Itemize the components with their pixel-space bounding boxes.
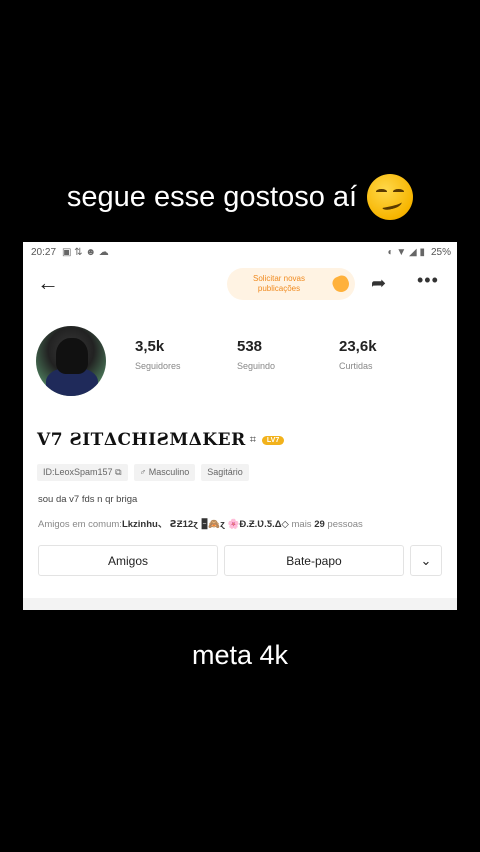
- mutual-mid: mais: [288, 519, 315, 530]
- stat-followers[interactable]: 3,5k Seguidores: [135, 338, 181, 371]
- mutual-friends[interactable]: Amigos em comum:Lkzinhu、 ꙄƵ12ɀ 🁢🙈ɀ 🌸Ð.Ƶ.…: [38, 516, 363, 530]
- caption-top-text: segue esse gostoso aí: [66, 180, 358, 213]
- zodiac-tag: Sagitário: [201, 464, 249, 481]
- share-icon[interactable]: ➦: [371, 273, 386, 294]
- name-glyph-icon: ⌗: [249, 433, 256, 446]
- friends-button-label: Amigos: [107, 553, 148, 568]
- more-options-icon[interactable]: •••: [417, 270, 439, 291]
- followers-count: 3,5k: [135, 338, 165, 355]
- following-label: Seguindo: [237, 361, 276, 371]
- copy-icon: ⧉: [115, 467, 122, 477]
- status-bar: 20:27 ▣ ⇅ ☻ ☁ ◐ ▼ ◢ ▮ 25%: [23, 242, 457, 262]
- mutual-count: 29: [314, 519, 325, 530]
- caption-top: segue esse gostoso aí: [0, 172, 480, 222]
- avatar[interactable]: [36, 326, 106, 396]
- status-time: 20:27: [31, 246, 57, 258]
- smirk-emoji-icon: [367, 174, 414, 220]
- gender-tag: ♂ Masculino: [133, 464, 196, 481]
- id-tag-text: ID:LeoxSpam157: [43, 467, 113, 477]
- stat-following[interactable]: 538 Seguindo: [237, 338, 275, 371]
- profile-name: V7 ꙄITΔCHIꙄMΔKER: [37, 430, 246, 450]
- mutual-names: Lkzinhu、 ꙄƵ12ɀ 🁢🙈ɀ 🌸Ð.Ƶ.Ʋ.Ƽ.Δ◇: [121, 519, 289, 530]
- profile-name-row: V7 ꙄITΔCHIꙄMΔKER ⌗ LV7: [37, 430, 285, 450]
- profile-summary: 3,5k Seguidores 538 Seguindo 23,6k Curti…: [23, 304, 457, 396]
- mutual-prefix: Amigos em comum:: [38, 519, 122, 530]
- following-count: 538: [237, 338, 263, 355]
- back-arrow-icon[interactable]: ←: [37, 270, 65, 296]
- stat-likes[interactable]: 23,6k Curtidas: [339, 338, 377, 371]
- id-tag[interactable]: ID:LeoxSpam157 ⧉: [37, 464, 128, 481]
- chat-button[interactable]: Bate-papo: [224, 545, 404, 576]
- chat-button-label: Bate-papo: [286, 553, 342, 568]
- pointing-hand-icon: [330, 273, 352, 295]
- chevron-down-icon: ⌄: [420, 552, 432, 568]
- notification-icons: ▣ ⇅ ☻ ☁: [62, 246, 109, 258]
- profile-tags: ID:LeoxSpam157 ⧉ ♂ Masculino Sagitário: [37, 464, 249, 481]
- expand-dropdown-button[interactable]: ⌄: [410, 545, 442, 576]
- profile-bio: sou da v7 fds n qr briga: [38, 494, 138, 505]
- mutual-suffix: pessoas: [324, 519, 363, 530]
- likes-label: Curtidas: [339, 361, 373, 371]
- caption-bottom: meta 4k: [191, 640, 289, 670]
- battery-percent: 25%: [430, 246, 451, 258]
- request-label-line2: publicações: [257, 284, 301, 293]
- request-new-posts-button[interactable]: Solicitar novas publicações: [227, 268, 355, 300]
- followers-label: Seguidores: [135, 361, 181, 371]
- profile-header: ← Solicitar novas publicações ➦ •••: [23, 262, 457, 304]
- signal-wifi-icons: ◐ ▼ ◢ ▮: [387, 246, 425, 258]
- profile-screenshot: 20:27 ▣ ⇅ ☻ ☁ ◐ ▼ ◢ ▮ 25% ← Solicitar no…: [23, 242, 457, 610]
- likes-count: 23,6k: [339, 338, 377, 355]
- level-badge: LV7: [261, 435, 285, 445]
- section-divider: [23, 598, 457, 610]
- request-label-line1: Solicitar novas: [252, 274, 306, 283]
- friends-button[interactable]: Amigos: [38, 545, 218, 576]
